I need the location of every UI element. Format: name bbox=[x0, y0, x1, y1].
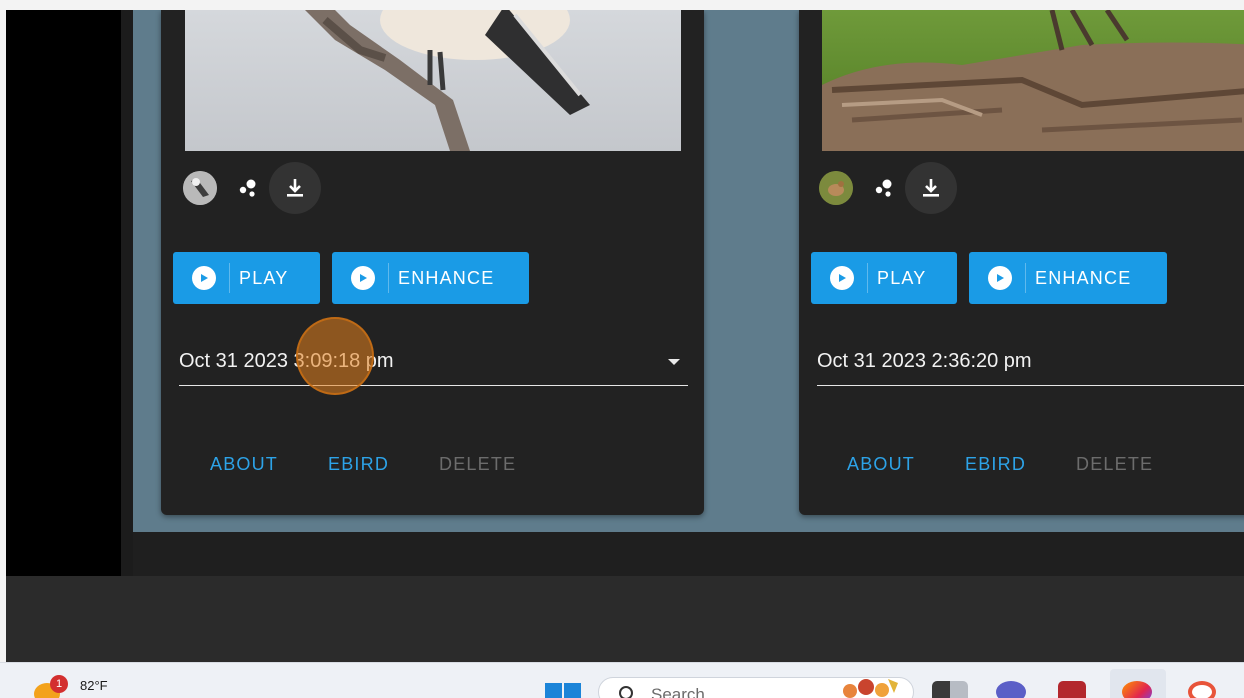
notification-badge: 1 bbox=[50, 675, 68, 693]
button-divider bbox=[229, 263, 230, 293]
pdf-app-icon[interactable] bbox=[1058, 681, 1086, 698]
download-button[interactable] bbox=[269, 162, 321, 214]
temperature: 82°F bbox=[80, 678, 108, 693]
enhance-play-icon bbox=[988, 266, 1012, 290]
share-icon[interactable] bbox=[873, 175, 899, 201]
bird-thumbnail-icon bbox=[183, 171, 217, 205]
app-bottom-area bbox=[6, 576, 1244, 662]
ebird-link[interactable]: EBIRD bbox=[328, 454, 389, 475]
recording-time-select[interactable]: Oct 31 2023 2:36:20 pm bbox=[817, 344, 1244, 386]
click-indicator bbox=[296, 317, 374, 395]
content-footer-band bbox=[133, 532, 1244, 576]
recording-card: PLAY ENHANCE Oct 31 2023 3:09:18 pm ABOU… bbox=[161, 10, 704, 515]
bird-image bbox=[305, 10, 590, 151]
recording-card: PLAY ENHANCE Oct 31 2023 2:36:20 pm ABOU… bbox=[799, 10, 1244, 515]
taskbar: 1 82°F Search bbox=[0, 662, 1244, 698]
bubbles-icon bbox=[875, 179, 892, 197]
recording-time-value: Oct 31 2023 2:36:20 pm bbox=[817, 350, 1032, 372]
app-window: PLAY ENHANCE Oct 31 2023 3:09:18 pm ABOU… bbox=[6, 10, 1244, 662]
species-avatar[interactable] bbox=[819, 171, 853, 205]
task-view-icon[interactable] bbox=[932, 681, 968, 698]
play-icon bbox=[830, 266, 854, 290]
enhance-label: ENHANCE bbox=[398, 267, 495, 288]
species-avatar[interactable] bbox=[183, 171, 217, 205]
delete-link[interactable]: DELETE bbox=[1076, 454, 1153, 475]
delete-link[interactable]: DELETE bbox=[439, 454, 516, 475]
card-icon-row bbox=[183, 162, 321, 214]
bird-photo[interactable] bbox=[185, 10, 681, 151]
action-button-row: PLAY ENHANCE bbox=[811, 252, 1167, 304]
enhance-button[interactable]: ENHANCE bbox=[332, 252, 529, 304]
chevron-down-icon[interactable] bbox=[668, 359, 680, 365]
enhance-play-icon bbox=[351, 266, 375, 290]
bubbles-icon bbox=[239, 179, 256, 197]
firefox-icon[interactable] bbox=[1122, 681, 1152, 698]
recording-time-select[interactable]: Oct 31 2023 3:09:18 pm bbox=[179, 344, 688, 386]
weather-widget[interactable]: 1 bbox=[34, 675, 68, 698]
card-icon-row bbox=[819, 162, 957, 214]
play-button[interactable]: PLAY bbox=[173, 252, 320, 304]
chat-icon[interactable] bbox=[996, 681, 1026, 698]
enhance-button[interactable]: ENHANCE bbox=[969, 252, 1167, 304]
play-button[interactable]: PLAY bbox=[811, 252, 957, 304]
windows-start-icon[interactable] bbox=[545, 683, 581, 698]
search-placeholder: Search bbox=[651, 685, 705, 698]
ebird-link[interactable]: EBIRD bbox=[965, 454, 1026, 475]
share-icon[interactable] bbox=[237, 175, 263, 201]
search-icon bbox=[619, 686, 633, 698]
action-button-row: PLAY ENHANCE bbox=[173, 252, 529, 304]
download-button[interactable] bbox=[905, 162, 957, 214]
bird-thumbnail-icon bbox=[819, 171, 853, 205]
play-label: PLAY bbox=[239, 267, 289, 288]
about-link[interactable]: ABOUT bbox=[847, 454, 915, 475]
button-divider bbox=[867, 263, 868, 293]
download-icon bbox=[923, 179, 939, 197]
left-sidebar-area bbox=[6, 10, 121, 576]
enhance-label: ENHANCE bbox=[1035, 267, 1132, 288]
button-divider bbox=[1025, 263, 1026, 293]
download-icon bbox=[287, 179, 303, 197]
sidebar-divider bbox=[121, 10, 133, 576]
button-divider bbox=[388, 263, 389, 293]
card-links: ABOUT EBIRD DELETE bbox=[210, 454, 566, 475]
bird-photo[interactable] bbox=[822, 10, 1244, 151]
play-label: PLAY bbox=[877, 267, 927, 288]
about-link[interactable]: ABOUT bbox=[210, 454, 278, 475]
play-icon bbox=[192, 266, 216, 290]
office-app-icon[interactable] bbox=[1188, 681, 1216, 698]
search-highlight-icon bbox=[843, 679, 898, 698]
card-links: ABOUT EBIRD DELETE bbox=[847, 454, 1203, 475]
bird-image bbox=[822, 10, 1244, 151]
